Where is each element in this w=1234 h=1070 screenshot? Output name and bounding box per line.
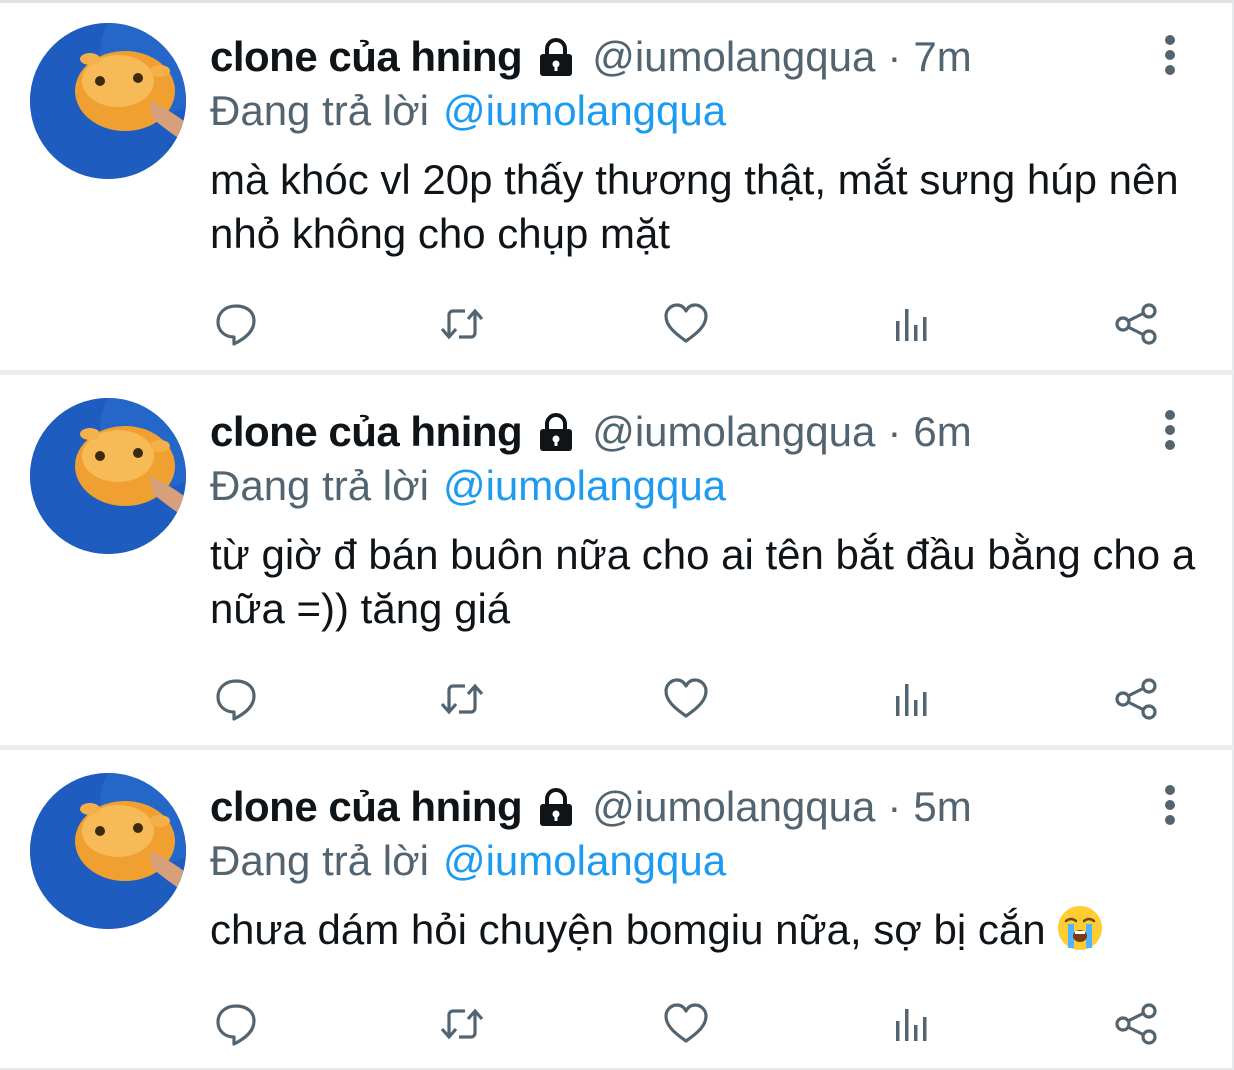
user-handle[interactable]: @iumolangqua <box>592 783 875 831</box>
avatar-image <box>30 398 186 554</box>
display-name[interactable]: clone của hning <box>210 408 523 456</box>
reply-icon[interactable] <box>208 298 264 350</box>
separator-dot: · <box>887 408 902 455</box>
share-icon[interactable] <box>1108 298 1164 350</box>
display-name[interactable]: clone của hning <box>210 33 523 81</box>
retweet-icon[interactable] <box>434 298 490 350</box>
replying-to-handle[interactable]: @iumolangqua <box>443 462 726 510</box>
views-icon[interactable] <box>883 998 939 1050</box>
loudly-crying-face-icon <box>1056 904 1104 952</box>
replying-to: Đang trả lời @iumolangqua <box>210 834 726 888</box>
avatar[interactable] <box>30 398 186 554</box>
lock-icon <box>534 785 578 829</box>
retweet-icon[interactable] <box>434 673 490 725</box>
tweet-header: clone của hning @iumolangqua · 5m <box>210 780 972 834</box>
views-icon[interactable] <box>883 298 939 350</box>
timestamp[interactable]: 7m <box>913 33 971 81</box>
tweet-actions <box>0 673 1234 725</box>
replying-to: Đang trả lời @iumolangqua <box>210 459 726 513</box>
tweet-actions <box>0 298 1234 350</box>
replying-to-handle[interactable]: @iumolangqua <box>443 837 726 885</box>
more-vertical-icon[interactable] <box>1150 33 1190 77</box>
views-icon[interactable] <box>883 673 939 725</box>
user-handle[interactable]: @iumolangqua <box>592 33 875 81</box>
like-icon[interactable] <box>658 298 714 350</box>
retweet-icon[interactable] <box>434 998 490 1050</box>
display-name[interactable]: clone của hning <box>210 783 523 831</box>
avatar-image <box>30 773 186 929</box>
timestamp[interactable]: 5m <box>913 783 971 831</box>
lock-icon <box>534 410 578 454</box>
tweet-text: mà khóc vl 20p thấy thương thật, mắt sưn… <box>210 156 1179 257</box>
share-icon[interactable] <box>1108 998 1164 1050</box>
replying-to-handle[interactable]: @iumolangqua <box>443 87 726 135</box>
separator-dot: · <box>887 783 902 830</box>
avatar-image <box>30 23 186 179</box>
tweet-header: clone của hning @iumolangqua · 6m <box>210 405 972 459</box>
tweet-header: clone của hning @iumolangqua · 7m <box>210 30 972 84</box>
like-icon[interactable] <box>658 673 714 725</box>
replying-to: Đang trả lời @iumolangqua <box>210 84 726 138</box>
tweet-text: chưa dám hỏi chuyện bomgiu nữa, sợ bị cắ… <box>210 906 1046 953</box>
avatar[interactable] <box>30 773 186 929</box>
replying-to-label: Đang trả lời <box>210 462 429 509</box>
reply-icon[interactable] <box>208 998 264 1050</box>
reply-icon[interactable] <box>208 673 264 725</box>
tweet[interactable]: clone của hning @iumolangqua · 6m Đang t… <box>0 375 1234 745</box>
more-vertical-icon[interactable] <box>1150 408 1190 452</box>
timestamp[interactable]: 6m <box>913 408 971 456</box>
lock-icon <box>534 35 578 79</box>
replying-to-label: Đang trả lời <box>210 87 429 134</box>
tweet[interactable]: clone của hning @iumolangqua · 7m Đang t… <box>0 0 1234 370</box>
tweet-text-container: chưa dám hỏi chuyện bomgiu nữa, sợ bị cắ… <box>210 903 1200 957</box>
replying-to-label: Đang trả lời <box>210 837 429 884</box>
avatar[interactable] <box>30 23 186 179</box>
more-vertical-icon[interactable] <box>1150 783 1190 827</box>
share-icon[interactable] <box>1108 673 1164 725</box>
tweet-actions <box>0 998 1234 1050</box>
tweet[interactable]: clone của hning @iumolangqua · 5m Đang t… <box>0 750 1234 1070</box>
user-handle[interactable]: @iumolangqua <box>592 408 875 456</box>
like-icon[interactable] <box>658 998 714 1050</box>
tweet-text: từ giờ đ bán buôn nữa cho ai tên bắt đầu… <box>210 531 1196 632</box>
separator-dot: · <box>887 33 902 80</box>
